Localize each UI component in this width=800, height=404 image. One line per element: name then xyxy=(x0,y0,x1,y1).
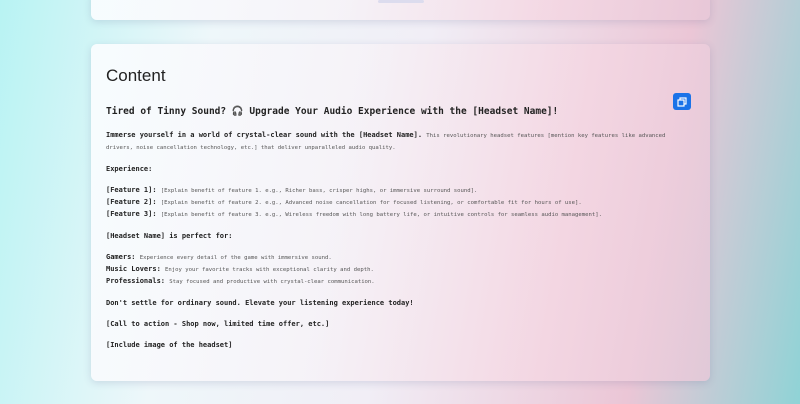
previous-card xyxy=(91,0,710,20)
copy-icon xyxy=(677,96,687,107)
generated-content: Tired of Tinny Sound? 🎧 Upgrade Your Aud… xyxy=(106,106,690,351)
audience-item: Professionals: Stay focused and producti… xyxy=(106,277,375,285)
headline: Tired of Tinny Sound? 🎧 Upgrade Your Aud… xyxy=(106,106,559,117)
feature-item: [Feature 2]: [Explain benefit of feature… xyxy=(106,198,582,206)
perfect-for-label: [Headset Name] is perfect for: xyxy=(106,232,233,240)
image-note: [Include image of the headset] xyxy=(106,341,233,349)
feature-item: [Feature 3]: [Explain benefit of feature… xyxy=(106,210,602,218)
closing-line: Don't settle for ordinary sound. Elevate… xyxy=(106,299,414,307)
card-title: Content xyxy=(106,66,166,85)
experience-label: Experience: xyxy=(106,165,153,173)
content-card: Content Tired of Tinny Sound? 🎧 Upgrade … xyxy=(91,44,710,381)
audience-item: Gamers: Experience every detail of the g… xyxy=(106,253,332,261)
scroll-indicator xyxy=(378,0,424,3)
intro: Immerse yourself in a world of crystal-c… xyxy=(106,131,666,151)
feature-item: [Feature 1]: [Explain benefit of feature… xyxy=(106,186,478,194)
audience-item: Music Lovers: Enjoy your favorite tracks… xyxy=(106,265,374,273)
call-to-action: [Call to action - Shop now, limited time… xyxy=(106,320,330,328)
